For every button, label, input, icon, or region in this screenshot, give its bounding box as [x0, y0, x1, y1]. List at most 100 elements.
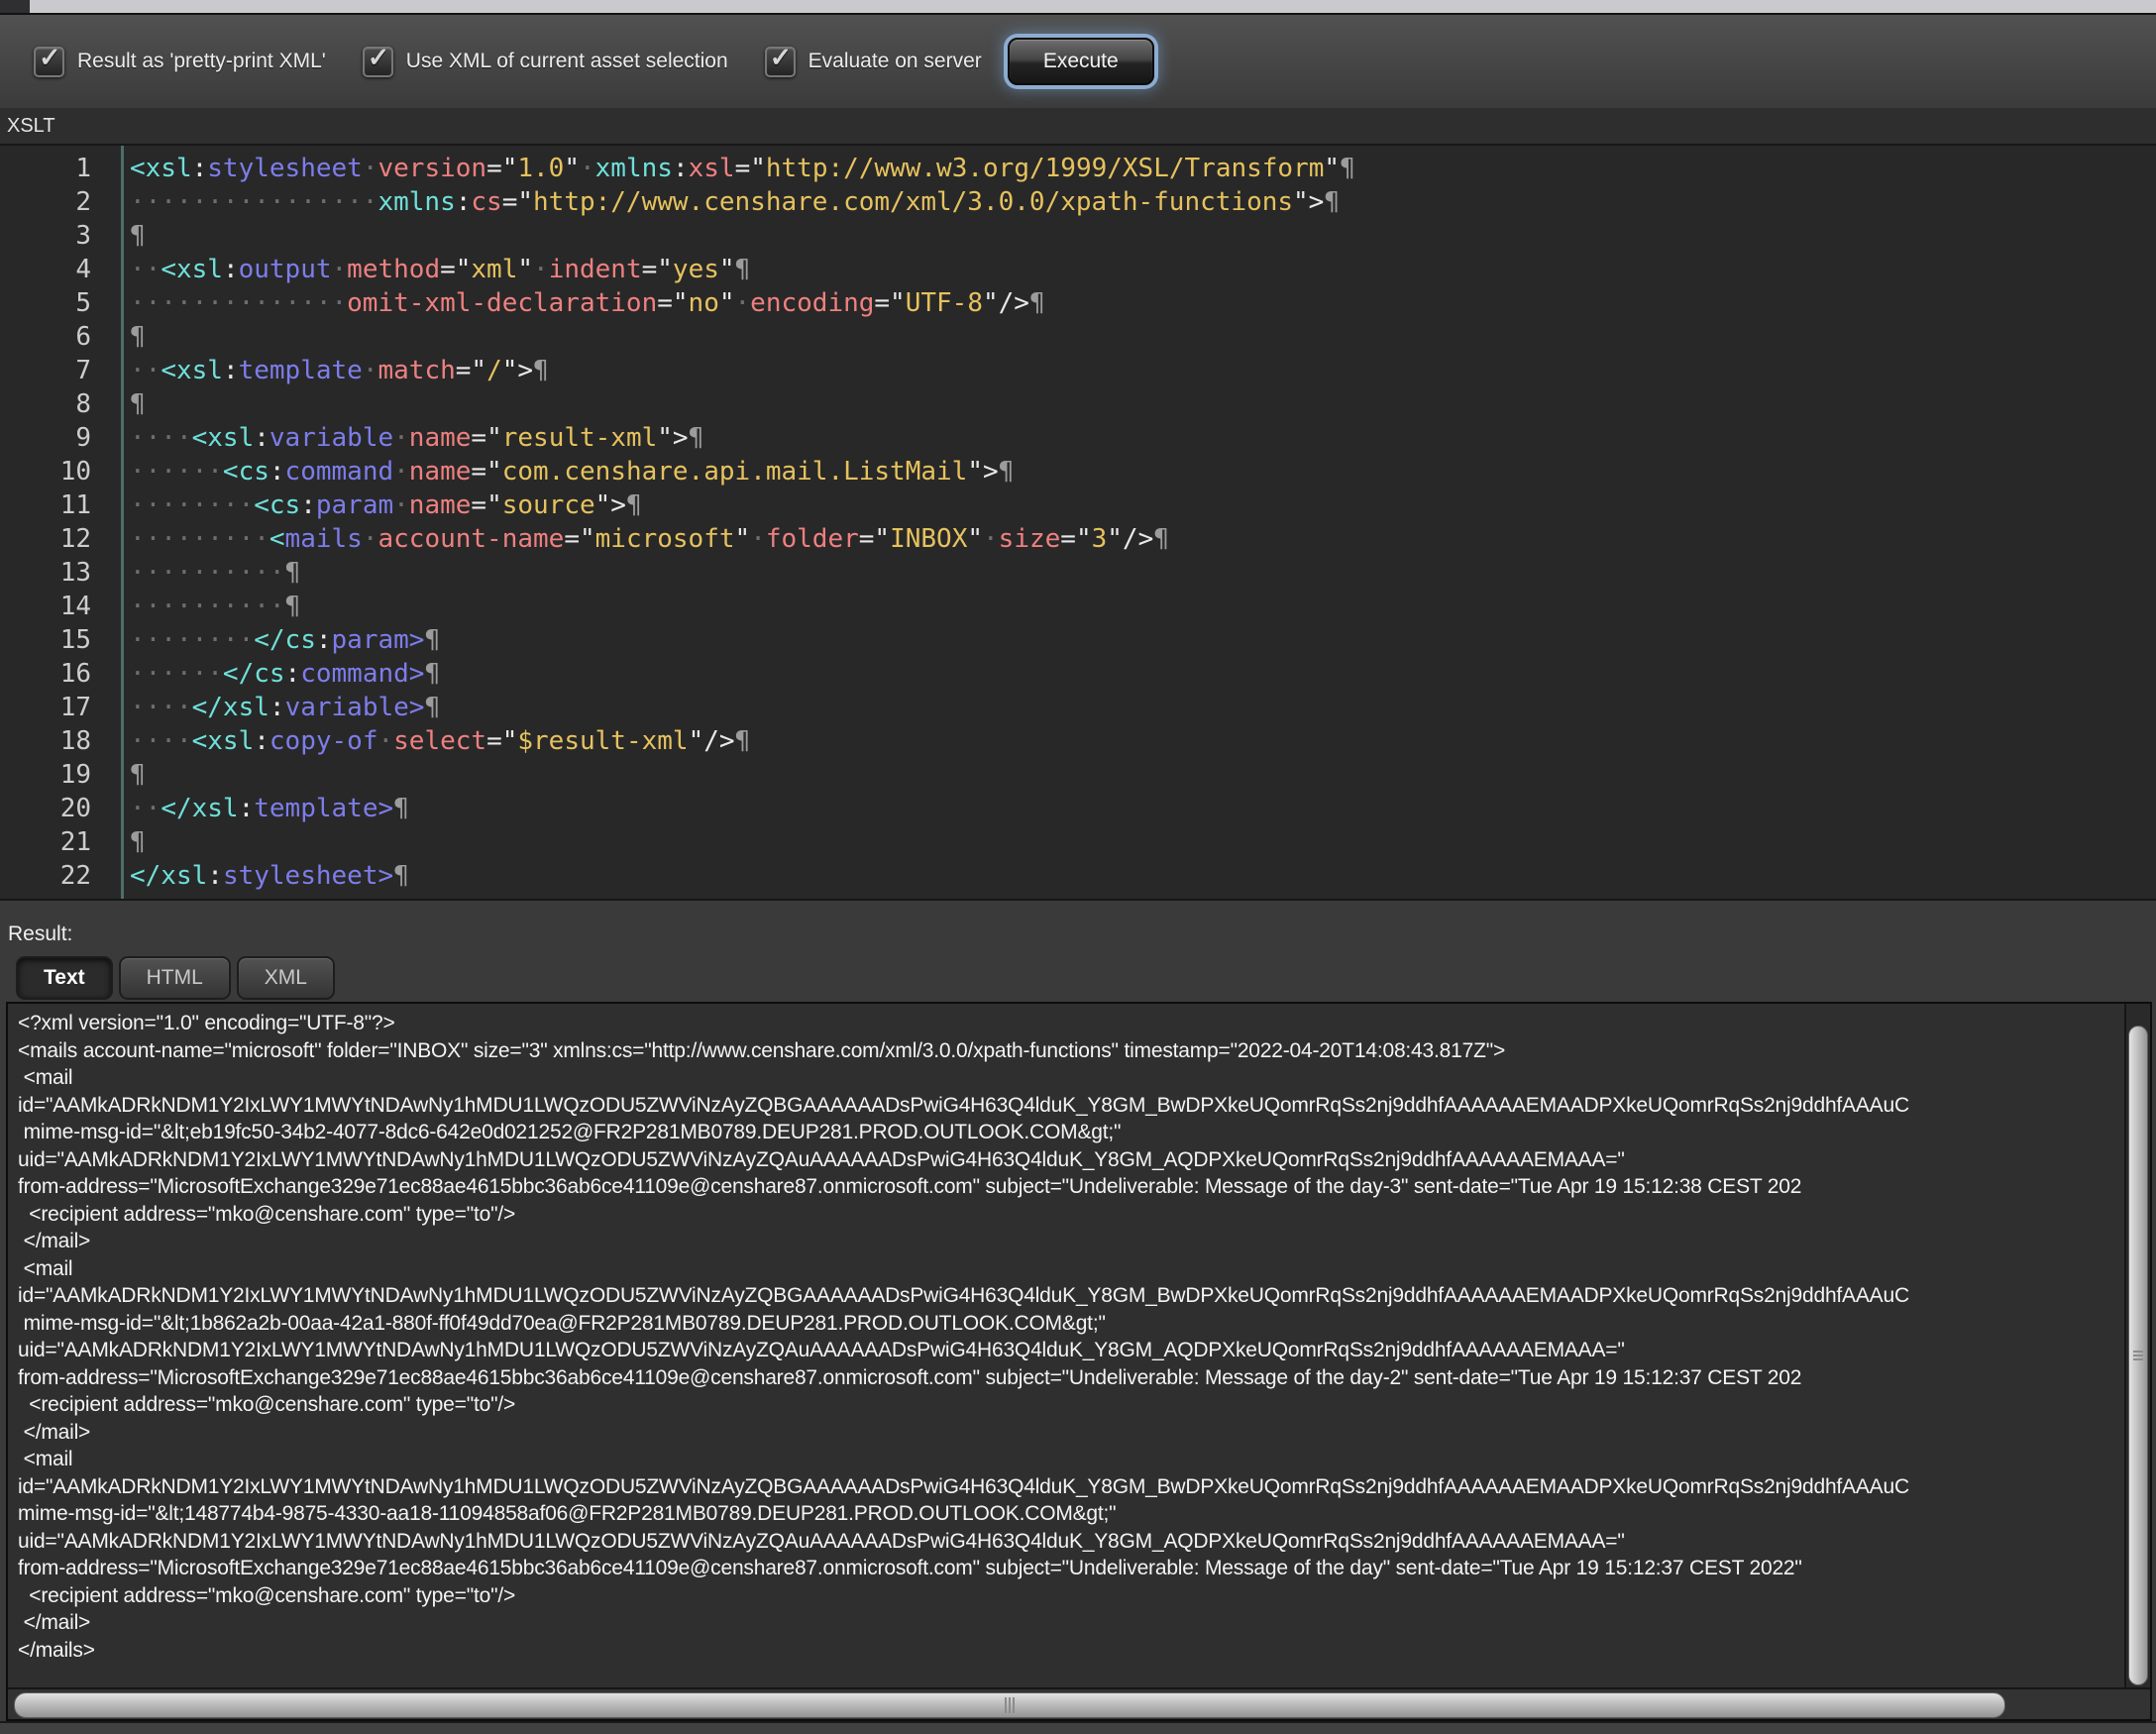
checkbox-label: Result as 'pretty-print XML'	[77, 50, 326, 73]
code-line: 20··</xsl:template>¶	[0, 792, 2156, 825]
checkbox-evaluate-on-server[interactable]: ✓	[765, 47, 796, 77]
line-number: 5	[0, 286, 107, 320]
code-line: 1<xsl:stylesheet·version="1.0"·xmlns:xsl…	[0, 152, 2156, 185]
result-line: from-address="MicrosoftExchange329e71ec8…	[18, 1173, 2124, 1201]
xslt-section-header: XSLT	[0, 108, 2156, 144]
scrollbar-grip-icon	[1005, 1697, 1015, 1713]
result-line: <recipient address="mko@censhare.com" ty…	[18, 1201, 2124, 1229]
line-number: 16	[0, 657, 107, 691]
scrollbar-grip-icon	[2133, 1351, 2143, 1360]
checkmark-icon: ✓	[39, 43, 61, 73]
checkbox-use-current-asset-xml[interactable]: ✓	[363, 47, 393, 77]
line-number: 8	[0, 387, 107, 421]
bottom-strip	[0, 1721, 2156, 1734]
result-line: id="AAMkADRkNDM1Y2IxLWY1MWYtNDAwNy1hMDU1…	[18, 1092, 2124, 1120]
result-pane: <?xml version="1.0" encoding="UTF-8"?><m…	[6, 1002, 2152, 1721]
code-line: 17····</xsl:variable>¶	[0, 691, 2156, 724]
result-line: mime-msg-id="&lt;1b862a2b-00aa-42a1-880f…	[18, 1310, 2124, 1338]
checkbox-label: Use XML of current asset selection	[406, 50, 728, 73]
result-line: uid="AAMkADRkNDM1Y2IxLWY1MWYtNDAwNy1hMDU…	[18, 1337, 2124, 1364]
checkbox-pretty-print-xml[interactable]: ✓	[34, 47, 64, 77]
line-number: 1	[0, 152, 107, 185]
result-text: <?xml version="1.0" encoding="UTF-8"?><m…	[8, 1004, 2124, 1687]
line-number: 7	[0, 354, 107, 387]
result-line: <?xml version="1.0" encoding="UTF-8"?>	[18, 1010, 2124, 1037]
line-number: 17	[0, 691, 107, 724]
line-number: 14	[0, 590, 107, 623]
result-section-header: Result: TextHTMLXML	[0, 901, 2156, 1000]
checkbox-group-evaluate-on-server: ✓ Evaluate on server	[765, 47, 982, 77]
line-number: 15	[0, 623, 107, 657]
vertical-scrollbar[interactable]	[2124, 1004, 2150, 1687]
tab-html[interactable]: HTML	[119, 956, 231, 1000]
code-line: 14··········¶	[0, 590, 2156, 623]
code-line: 12·········<mails·account-name="microsof…	[0, 522, 2156, 556]
code-line: 18····<xsl:copy-of·select="$result-xml"/…	[0, 724, 2156, 758]
line-number: 22	[0, 859, 107, 893]
line-number: 2	[0, 185, 107, 219]
code-line: 22</xsl:stylesheet>¶	[0, 859, 2156, 893]
line-number: 20	[0, 792, 107, 825]
result-line: </mail>	[18, 1609, 2124, 1637]
result-line: uid="AAMkADRkNDM1Y2IxLWY1MWYtNDAwNy1hMDU…	[18, 1146, 2124, 1174]
horizontal-scrollbar[interactable]	[8, 1687, 2150, 1719]
line-number: 19	[0, 758, 107, 792]
result-line: <recipient address="mko@censhare.com" ty…	[18, 1391, 2124, 1419]
result-line: mime-msg-id="&lt;148774b4-9875-4330-aa18…	[18, 1500, 2124, 1528]
toolbar: ✓ Result as 'pretty-print XML' ✓ Use XML of…	[0, 13, 2156, 108]
code-line: 15········</cs:param>¶	[0, 623, 2156, 657]
result-line: mime-msg-id="&lt;eb19fc50-34b2-4077-8dc6…	[18, 1119, 2124, 1146]
result-line: from-address="MicrosoftExchange329e71ec8…	[18, 1555, 2124, 1582]
tab-text[interactable]: Text	[16, 956, 113, 1000]
xslt-label: XSLT	[0, 115, 55, 138]
line-number: 4	[0, 253, 107, 286]
code-line: 9····<xsl:variable·name="result-xml">¶	[0, 421, 2156, 455]
code-lines: 1<xsl:stylesheet·version="1.0"·xmlns:xsl…	[0, 146, 2156, 893]
code-line: 2················xmlns:cs="http://www.ce…	[0, 185, 2156, 219]
code-line: 11········<cs:param·name="source">¶	[0, 488, 2156, 522]
code-line: 21¶	[0, 825, 2156, 859]
line-number: 3	[0, 219, 107, 253]
result-line: <recipient address="mko@censhare.com" ty…	[18, 1582, 2124, 1610]
result-label: Result:	[8, 922, 2156, 946]
line-number: 21	[0, 825, 107, 859]
line-number: 11	[0, 488, 107, 522]
code-line: 8¶	[0, 387, 2156, 421]
tab-xml[interactable]: XML	[237, 956, 335, 1000]
line-number: 12	[0, 522, 107, 556]
execute-button[interactable]: Execute	[1008, 38, 1154, 85]
checkbox-group-row: ✓ Result as 'pretty-print XML' ✓ Use XML of…	[34, 47, 982, 77]
line-number: 18	[0, 724, 107, 758]
result-line: </mail>	[18, 1228, 2124, 1255]
result-line: id="AAMkADRkNDM1Y2IxLWY1MWYtNDAwNy1hMDU1…	[18, 1473, 2124, 1501]
code-line: 7··<xsl:template·match="/">¶	[0, 354, 2156, 387]
result-line: from-address="MicrosoftExchange329e71ec8…	[18, 1364, 2124, 1392]
line-number: 10	[0, 455, 107, 488]
checkbox-group-use-current-asset-xml: ✓ Use XML of current asset selection	[363, 47, 728, 77]
window-top-strip-notch	[0, 0, 30, 13]
code-line: 16······</cs:command>¶	[0, 657, 2156, 691]
result-line: <mail	[18, 1446, 2124, 1473]
checkbox-label: Evaluate on server	[808, 50, 982, 73]
code-line: 13··········¶	[0, 556, 2156, 590]
line-number: 13	[0, 556, 107, 590]
code-line: 5··············omit-xml-declaration="no"…	[0, 286, 2156, 320]
result-line: <mail	[18, 1064, 2124, 1092]
code-line: 19¶	[0, 758, 2156, 792]
result-line: <mails account-name="microsoft" folder="…	[18, 1037, 2124, 1065]
xslt-code-editor[interactable]: 1<xsl:stylesheet·version="1.0"·xmlns:xsl…	[0, 144, 2156, 901]
code-line: 6¶	[0, 320, 2156, 354]
horizontal-scrollbar-thumb[interactable]	[14, 1692, 2005, 1718]
result-line: </mail>	[18, 1419, 2124, 1447]
code-line: 3¶	[0, 219, 2156, 253]
result-line: uid="AAMkADRkNDM1Y2IxLWY1MWYtNDAwNy1hMDU…	[18, 1528, 2124, 1556]
code-line: 10······<cs:command·name="com.censhare.a…	[0, 455, 2156, 488]
window-top-strip	[0, 0, 2156, 13]
result-line: <mail	[18, 1255, 2124, 1283]
checkmark-icon: ✓	[368, 43, 390, 73]
checkbox-group-pretty-print-xml: ✓ Result as 'pretty-print XML'	[34, 47, 326, 77]
gutter-separator	[121, 146, 124, 899]
vertical-scrollbar-thumb[interactable]	[2128, 1026, 2148, 1685]
code-line: 4··<xsl:output·method="xml"·indent="yes"…	[0, 253, 2156, 286]
line-number: 9	[0, 421, 107, 455]
